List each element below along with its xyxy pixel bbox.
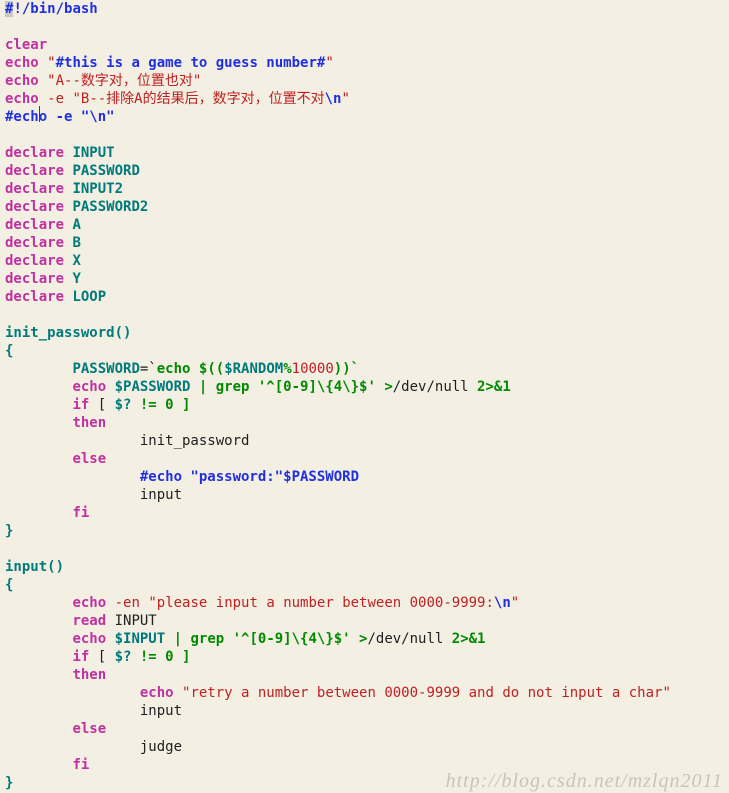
var-qm: $? — [115, 397, 132, 413]
quote: " — [148, 595, 156, 611]
var: B — [72, 235, 80, 251]
pipe-grep: | grep '^[0-9]\{4\}$' > — [190, 379, 392, 395]
var-qm: $? — [115, 649, 132, 665]
quote: " — [511, 595, 519, 611]
var: INPUT2 — [72, 181, 123, 197]
brace: { — [5, 577, 13, 593]
str-b: B--排除A的结果后，数字对，位置不对 — [81, 91, 325, 107]
test-body: != 0 ] — [131, 649, 190, 665]
kw-declare: declare — [5, 199, 64, 215]
quote: " — [325, 55, 333, 71]
kw-fi: fi — [72, 505, 89, 521]
var: Y — [72, 271, 80, 287]
test-open: [ — [89, 397, 114, 413]
var: PASSWORD2 — [72, 199, 148, 215]
fn-name: input() — [5, 559, 64, 575]
kw-echo: echo — [72, 379, 106, 395]
kw-then: then — [72, 415, 106, 431]
kw-else: else — [72, 721, 106, 737]
call: init_password — [140, 433, 250, 449]
kw-echo: echo — [5, 91, 39, 107]
quote: " — [47, 55, 55, 71]
kw-then: then — [72, 667, 106, 683]
str-please: please input a number between 0000-9999: — [157, 595, 494, 611]
opt-e: -e — [47, 91, 64, 107]
kw-echo: echo — [5, 73, 39, 89]
kw-declare: declare — [5, 271, 64, 287]
kw-declare: declare — [5, 217, 64, 233]
comment-line: #echo "password:"$PASSWORD — [140, 469, 359, 485]
op: =` — [140, 361, 157, 377]
call: input — [140, 703, 182, 719]
arith-open: $(( — [199, 361, 224, 377]
pipe-grep: | grep '^[0-9]\{4\}$' > — [165, 631, 367, 647]
kw-echo: echo — [5, 55, 39, 71]
kw-echo: echo — [140, 685, 174, 701]
quote: " — [47, 73, 55, 89]
var: LOOP — [72, 289, 106, 305]
kw-echo: echo — [72, 631, 106, 647]
kw-declare: declare — [5, 181, 64, 197]
code-block: #!/bin/bash clear echo "#this is a game … — [0, 0, 729, 792]
kw-fi: fi — [72, 757, 89, 773]
brace: { — [5, 343, 13, 359]
kw-if: if — [72, 397, 89, 413]
str-a: A--数字对，位置也对 — [56, 73, 193, 89]
brace: } — [5, 523, 13, 539]
text-cursor-icon — [39, 106, 40, 122]
devnull: /dev/null — [367, 631, 451, 647]
esc-n: \n — [494, 595, 511, 611]
kw-declare: declare — [5, 235, 64, 251]
comment-str: #this is a game to guess number# — [56, 55, 326, 71]
var: A — [72, 217, 80, 233]
var: PASSWORD — [72, 361, 139, 377]
quote: " — [341, 91, 349, 107]
devnull: /dev/null — [393, 379, 477, 395]
var-ref: $INPUT — [115, 631, 166, 647]
test-body: != 0 ] — [131, 397, 190, 413]
kw-else: else — [72, 451, 106, 467]
redir: 2>&1 — [452, 631, 486, 647]
arith-close: ))` — [334, 361, 359, 377]
shebang: !/bin/bash — [13, 1, 97, 17]
watermark-text: http://blog.csdn.net/mzlqn2011 — [446, 772, 723, 790]
kw-clear: clear — [5, 37, 47, 53]
str-retry: retry a number between 0000-9999 and do … — [190, 685, 662, 701]
var-random: $RANDOM — [224, 361, 283, 377]
call: judge — [140, 739, 182, 755]
kw-if: if — [72, 649, 89, 665]
kw-declare: declare — [5, 145, 64, 161]
kw-read: read — [72, 613, 106, 629]
redir: 2>&1 — [477, 379, 511, 395]
kw-declare: declare — [5, 253, 64, 269]
comment-line: #echo -e "\n" — [5, 109, 115, 125]
opt-en: -en — [115, 595, 140, 611]
kw-echo: echo — [157, 361, 191, 377]
fn-name: init_password() — [5, 325, 131, 341]
test-open: [ — [89, 649, 114, 665]
brace: } — [5, 775, 13, 791]
kw-declare: declare — [5, 289, 64, 305]
var: X — [72, 253, 80, 269]
mod: % — [283, 361, 291, 377]
kw-declare: declare — [5, 163, 64, 179]
quote: " — [72, 91, 80, 107]
call: input — [140, 487, 182, 503]
esc-n: \n — [325, 91, 342, 107]
num: 10000 — [292, 361, 334, 377]
var: INPUT — [72, 145, 114, 161]
quote: " — [193, 73, 201, 89]
var-ref: $PASSWORD — [115, 379, 191, 395]
quote: " — [662, 685, 670, 701]
read-arg: INPUT — [106, 613, 157, 629]
var: PASSWORD — [72, 163, 139, 179]
kw-echo: echo — [72, 595, 106, 611]
